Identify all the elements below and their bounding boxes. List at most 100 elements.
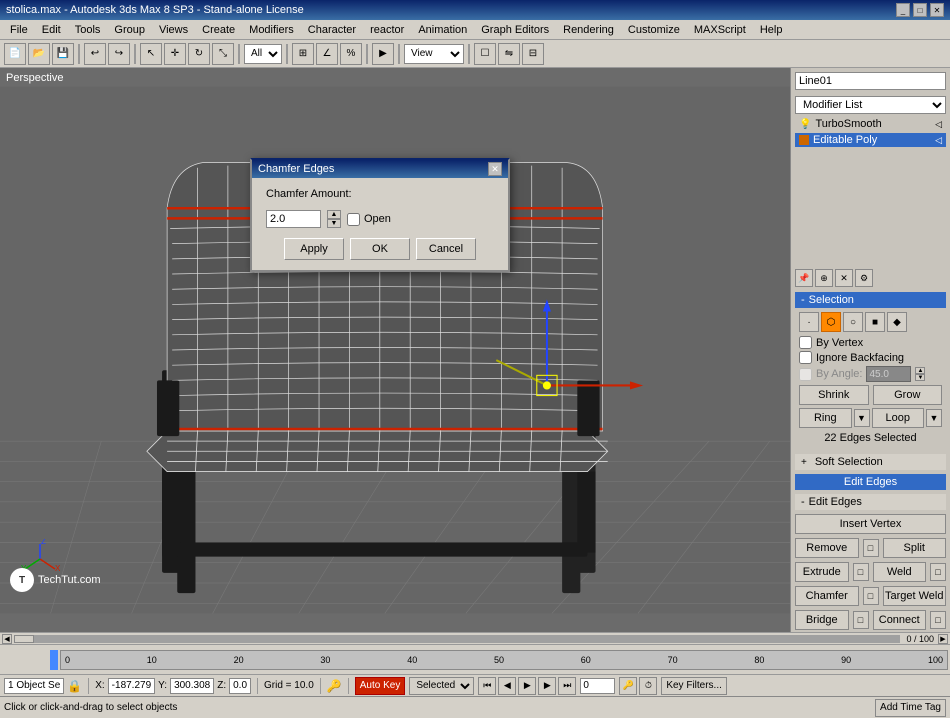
select-btn[interactable]: ↖	[140, 43, 162, 65]
menu-customize[interactable]: Customize	[622, 23, 686, 37]
ignore-backfacing-checkbox[interactable]	[799, 351, 812, 364]
menu-maxscript[interactable]: MAXScript	[688, 23, 752, 37]
auto-key-btn[interactable]: Auto Key	[355, 677, 406, 695]
scroll-track[interactable]	[14, 635, 900, 643]
time-config-btn[interactable]: ⏱	[639, 677, 657, 695]
open-file-btn[interactable]: 📂	[28, 43, 50, 65]
menu-create[interactable]: Create	[196, 23, 241, 37]
edge-select-btn[interactable]: ⬡	[821, 312, 841, 332]
move-btn[interactable]: ✛	[164, 43, 186, 65]
split-btn[interactable]: Split	[883, 538, 947, 558]
loop-btn[interactable]: Loop	[872, 408, 925, 428]
target-weld-btn[interactable]: Target Weld	[883, 586, 947, 606]
named-selections-btn[interactable]: ☐	[474, 43, 496, 65]
menu-help[interactable]: Help	[754, 23, 789, 37]
by-angle-input[interactable]	[866, 366, 911, 382]
shrink-btn[interactable]: Shrink	[799, 385, 869, 405]
polygon-select-btn[interactable]: ■	[865, 312, 885, 332]
chamfer-spin-up[interactable]: ▲	[327, 210, 341, 219]
key-mode-btn[interactable]: 🔑	[619, 677, 637, 695]
next-frame-btn[interactable]: ▶	[538, 677, 556, 695]
weld-arrow[interactable]: □	[930, 563, 946, 581]
filter-select[interactable]: All	[244, 44, 282, 64]
editable-poly-modifier[interactable]: Editable Poly ◁	[795, 133, 946, 147]
configure-btn[interactable]: ⚙	[855, 269, 873, 287]
bridge-arrow[interactable]: □	[853, 611, 869, 629]
chamfer-amount-input[interactable]	[266, 210, 321, 228]
snap-btn[interactable]: ⊞	[292, 43, 314, 65]
menu-tools[interactable]: Tools	[69, 23, 107, 37]
border-select-btn[interactable]: ○	[843, 312, 863, 332]
save-file-btn[interactable]: 💾	[52, 43, 74, 65]
extrude-arrow[interactable]: □	[853, 563, 869, 581]
play-btn[interactable]: ▶	[518, 677, 536, 695]
x-value-box[interactable]: -187.279	[108, 678, 155, 694]
menu-rendering[interactable]: Rendering	[557, 23, 620, 37]
chamfer-edit-btn[interactable]: Chamfer	[795, 586, 859, 606]
weld-btn[interactable]: Weld	[873, 562, 927, 582]
ring-btn[interactable]: Ring	[799, 408, 852, 428]
chamfer-open-checkbox[interactable]	[347, 213, 360, 226]
chamfer-spin-down[interactable]: ▼	[327, 219, 341, 228]
by-vertex-checkbox[interactable]	[799, 336, 812, 349]
remove-modifier-btn[interactable]: ✕	[835, 269, 853, 287]
element-select-btn[interactable]: ◆	[887, 312, 907, 332]
by-angle-up[interactable]: ▲	[915, 367, 925, 374]
go-start-btn[interactable]: ⏮	[478, 677, 496, 695]
redo-btn[interactable]: ↪	[108, 43, 130, 65]
selected-select[interactable]: Selected	[409, 677, 474, 695]
by-angle-checkbox[interactable]	[799, 368, 812, 381]
modifier-list-select[interactable]: Modifier List	[795, 96, 946, 114]
z-value-box[interactable]: 0.0	[229, 678, 251, 694]
menu-file[interactable]: File	[4, 23, 34, 37]
make-unique-btn[interactable]: ⊕	[815, 269, 833, 287]
menu-modifiers[interactable]: Modifiers	[243, 23, 300, 37]
menu-edit[interactable]: Edit	[36, 23, 67, 37]
menu-animation[interactable]: Animation	[412, 23, 473, 37]
scroll-thumb[interactable]	[14, 635, 34, 643]
timeline-track[interactable]: 0 10 20 30 40 50 60 70 80 90 100	[60, 650, 948, 670]
insert-vertex-btn[interactable]: Insert Vertex	[795, 514, 946, 534]
lock-icon[interactable]: 🔒	[67, 679, 82, 693]
go-end-btn[interactable]: ⏭	[558, 677, 576, 695]
menu-graph-editors[interactable]: Graph Editors	[475, 23, 555, 37]
grow-btn[interactable]: Grow	[873, 385, 943, 405]
connect-btn[interactable]: Connect	[873, 610, 927, 630]
angle-snap-btn[interactable]: ∠	[316, 43, 338, 65]
maximize-button[interactable]: □	[913, 3, 927, 17]
ring-arrow-btn[interactable]: ▼	[854, 409, 870, 427]
key-filters-btn[interactable]: Key Filters...	[661, 677, 727, 695]
viewport[interactable]: Perspective	[0, 68, 790, 632]
add-time-tag-btn[interactable]: Add Time Tag	[875, 699, 946, 717]
remove-arrow[interactable]: □	[863, 539, 879, 557]
align-btn[interactable]: ⊟	[522, 43, 544, 65]
connect-arrow[interactable]: □	[930, 611, 946, 629]
chamfer-ok-btn[interactable]: OK	[350, 238, 410, 260]
frame-input[interactable]	[580, 678, 615, 694]
loop-arrow-btn[interactable]: ▼	[926, 409, 942, 427]
vertex-select-btn[interactable]: ·	[799, 312, 819, 332]
chamfer-close-btn[interactable]: ✕	[488, 162, 502, 176]
minimize-button[interactable]: _	[896, 3, 910, 17]
scroll-right-btn[interactable]: ▶	[938, 634, 948, 644]
view-select[interactable]: View	[404, 44, 464, 64]
prev-frame-btn[interactable]: ◀	[498, 677, 516, 695]
menu-reactor[interactable]: reactor	[364, 23, 410, 37]
menu-character[interactable]: Character	[302, 23, 362, 37]
extrude-btn[interactable]: Extrude	[795, 562, 849, 582]
y-value-box[interactable]: 300.308	[170, 678, 214, 694]
selection-header[interactable]: - Selection	[795, 292, 946, 308]
bridge-btn[interactable]: Bridge	[795, 610, 849, 630]
new-file-btn[interactable]: 📄	[4, 43, 26, 65]
scroll-left-btn[interactable]: ◀	[2, 634, 12, 644]
chamfer-cancel-btn[interactable]: Cancel	[416, 238, 476, 260]
object-name-input[interactable]	[795, 72, 946, 90]
chamfer-arrow[interactable]: □	[863, 587, 879, 605]
mirror-btn[interactable]: ⇋	[498, 43, 520, 65]
by-angle-down[interactable]: ▼	[915, 374, 925, 381]
render-btn[interactable]: ▶	[372, 43, 394, 65]
undo-btn[interactable]: ↩	[84, 43, 106, 65]
menu-views[interactable]: Views	[153, 23, 194, 37]
pin-stack-btn[interactable]: 📌	[795, 269, 813, 287]
scale-btn[interactable]: ⤡	[212, 43, 234, 65]
